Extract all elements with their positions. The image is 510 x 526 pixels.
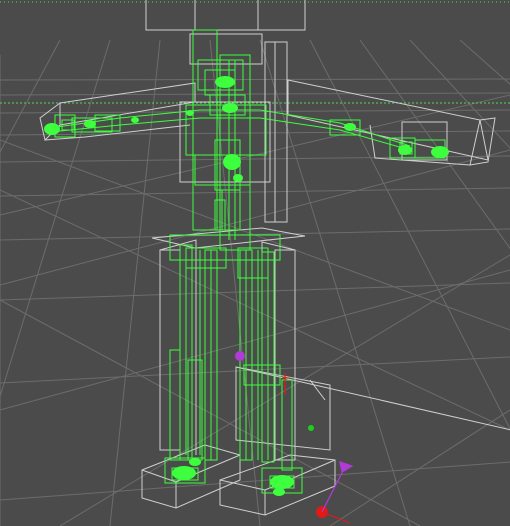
3d-viewport[interactable] [0, 0, 510, 526]
ik-handle-purple[interactable] [235, 351, 245, 361]
ground-grid [0, 39, 510, 526]
character-mesh[interactable] [39, 0, 510, 516]
transform-manipulators[interactable] [235, 351, 354, 524]
viewport-canvas[interactable] [0, 0, 510, 526]
locator-green[interactable] [308, 425, 314, 431]
skeleton-rig[interactable] [49, 29, 446, 494]
